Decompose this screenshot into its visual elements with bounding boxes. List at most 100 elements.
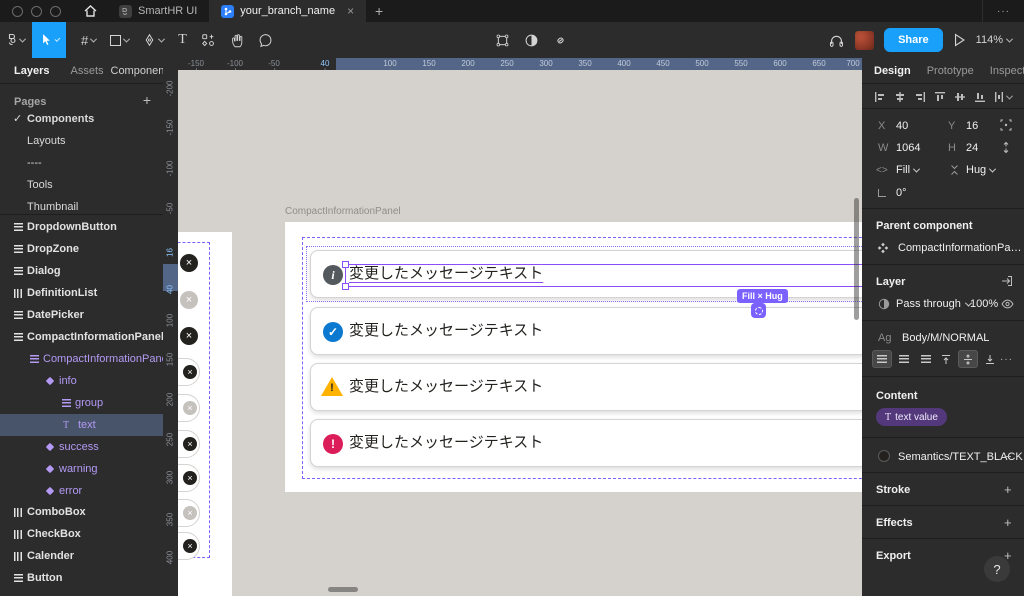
layer-item-checkbox[interactable]: CheckBox xyxy=(0,523,163,545)
close-icon[interactable]: × xyxy=(180,291,198,309)
horizontal-sizing-dropdown[interactable]: Fill xyxy=(896,164,919,176)
share-button[interactable]: Share xyxy=(884,28,943,52)
x-value[interactable]: 40 xyxy=(896,120,908,132)
pen-tool-button[interactable] xyxy=(136,22,171,58)
edit-position-icon[interactable] xyxy=(1000,119,1012,131)
autolayout-resize-icon[interactable] xyxy=(751,303,766,318)
vertical-sizing-dropdown[interactable]: Hug xyxy=(966,164,995,176)
file-tab-branch[interactable]: your_branch_name × xyxy=(209,0,366,22)
present-play-icon[interactable] xyxy=(953,33,966,47)
layer-item-calender[interactable]: Calender xyxy=(0,545,163,567)
align-text-bottom-button[interactable] xyxy=(980,350,1000,368)
window-zoom-button[interactable] xyxy=(50,6,61,17)
tab-assets[interactable]: Assets xyxy=(56,65,110,77)
window-close-button[interactable] xyxy=(12,6,23,17)
add-stroke-button[interactable]: + xyxy=(1004,482,1012,497)
success-panel-variant[interactable]: ✓ 変更したメッセージテキスト xyxy=(310,307,862,355)
resources-tool-button[interactable] xyxy=(194,22,222,58)
layer-item-group[interactable]: group xyxy=(0,392,163,414)
blend-mode-dropdown[interactable]: Pass through xyxy=(896,298,971,310)
warning-panel-variant[interactable]: ! 変更したメッセージテキスト xyxy=(310,363,862,411)
color-swatch[interactable] xyxy=(878,450,890,462)
layer-picker-icon[interactable] xyxy=(1000,275,1013,287)
align-text-middle-button[interactable] xyxy=(958,350,978,368)
help-button[interactable]: ? xyxy=(984,556,1010,582)
frame-tool-button[interactable]: # xyxy=(74,22,103,58)
layer-item-success[interactable]: success xyxy=(0,436,163,458)
message-text[interactable]: 変更したメッセージテキスト xyxy=(349,364,543,410)
move-tool-button[interactable] xyxy=(32,22,66,58)
layer-item-dropdownbutton[interactable]: DropdownButton xyxy=(0,216,163,238)
layer-item-datepicker[interactable]: DatePicker xyxy=(0,304,163,326)
canvas-viewport[interactable]: × × × × × × × × × CompactInformationPane… xyxy=(178,70,862,596)
comment-tool-button[interactable] xyxy=(251,22,280,58)
selection-handle[interactable] xyxy=(342,261,349,268)
shape-tool-button[interactable] xyxy=(103,22,136,58)
page-item-separator[interactable]: ---- xyxy=(0,152,163,174)
height-value[interactable]: 24 xyxy=(966,142,978,154)
message-text[interactable]: 変更したメッセージテキスト xyxy=(349,420,543,466)
layer-item-component-set[interactable]: CompactInformationPanel xyxy=(0,348,163,370)
distribute-button[interactable] xyxy=(994,91,1012,103)
type-settings-button[interactable]: ··· xyxy=(1000,354,1013,365)
error-panel-variant[interactable]: ! 変更したメッセージテキスト xyxy=(310,419,862,467)
align-text-top-button[interactable] xyxy=(936,350,956,368)
rotation-value[interactable]: 0° xyxy=(896,187,907,199)
layer-item-text[interactable]: T text xyxy=(0,414,163,436)
tab-inspect[interactable]: Inspect xyxy=(990,65,1024,77)
visibility-eye-icon[interactable] xyxy=(1001,299,1014,309)
align-left-button[interactable] xyxy=(874,91,886,103)
text-tool-button[interactable]: T xyxy=(171,22,194,58)
remove-style-button[interactable]: − xyxy=(1004,449,1012,464)
window-minimize-button[interactable] xyxy=(31,6,42,17)
tab-prototype[interactable]: Prototype xyxy=(927,65,974,77)
parent-component-link[interactable]: CompactInformationPa… xyxy=(898,242,1022,254)
edit-object-button[interactable] xyxy=(488,22,517,58)
layer-item-error[interactable]: error xyxy=(0,480,163,502)
text-style-name[interactable]: Body/M/NORMAL xyxy=(902,332,989,344)
layer-item-dialog[interactable]: Dialog xyxy=(0,260,163,282)
layer-item-button[interactable]: Button xyxy=(0,567,163,589)
canvas-horizontal-scrollbar[interactable] xyxy=(328,587,358,592)
frame-name-label[interactable]: CompactInformationPanel xyxy=(285,206,401,217)
create-link-button[interactable] xyxy=(546,22,575,58)
tab-design[interactable]: Design xyxy=(874,65,911,77)
y-value[interactable]: 16 xyxy=(966,120,978,132)
canvas-vertical-scrollbar[interactable] xyxy=(854,198,859,320)
close-icon[interactable]: × xyxy=(180,327,198,345)
layer-item-definitionlist[interactable]: DefinitionList xyxy=(0,282,163,304)
close-tab-icon[interactable]: × xyxy=(347,4,354,18)
opacity-value[interactable]: 100% xyxy=(970,298,998,310)
constrain-proportions-icon[interactable] xyxy=(1001,141,1011,154)
mask-button[interactable] xyxy=(517,22,546,58)
text-align-center-button[interactable] xyxy=(894,350,914,368)
user-avatar[interactable] xyxy=(855,31,874,50)
align-bottom-button[interactable] xyxy=(974,91,986,103)
component-property-pill[interactable]: T text value xyxy=(876,408,947,426)
page-item-layouts[interactable]: Layouts xyxy=(0,130,163,152)
align-top-button[interactable] xyxy=(934,91,946,103)
selection-handle[interactable] xyxy=(342,283,349,290)
add-page-button[interactable]: + xyxy=(143,92,151,108)
window-menu-button[interactable]: ··· xyxy=(983,6,1024,17)
new-tab-button[interactable]: + xyxy=(366,3,392,19)
audio-icon[interactable] xyxy=(828,33,845,48)
align-horizontal-center-button[interactable] xyxy=(894,91,906,103)
text-align-right-button[interactable] xyxy=(916,350,936,368)
layer-item-dropzone[interactable]: DropZone xyxy=(0,238,163,260)
layer-item-info[interactable]: info xyxy=(0,370,163,392)
close-icon[interactable]: × xyxy=(180,254,198,272)
align-right-button[interactable] xyxy=(914,91,926,103)
page-item-components[interactable]: ✓ Components xyxy=(0,108,163,130)
align-vertical-center-button[interactable] xyxy=(954,91,966,103)
main-menu-button[interactable] xyxy=(0,22,32,58)
layer-item-warning[interactable]: warning xyxy=(0,458,163,480)
layer-item-combobox[interactable]: ComboBox xyxy=(0,501,163,523)
layer-item-compactinformationpanel[interactable]: CompactInformationPanel xyxy=(0,326,163,348)
hand-tool-button[interactable] xyxy=(222,22,251,58)
home-button[interactable] xyxy=(73,0,107,22)
tab-layers[interactable]: Layers xyxy=(0,65,56,77)
selection-rectangle[interactable] xyxy=(345,264,862,287)
message-text[interactable]: 変更したメッセージテキスト xyxy=(349,308,543,354)
width-value[interactable]: 1064 xyxy=(896,142,920,154)
